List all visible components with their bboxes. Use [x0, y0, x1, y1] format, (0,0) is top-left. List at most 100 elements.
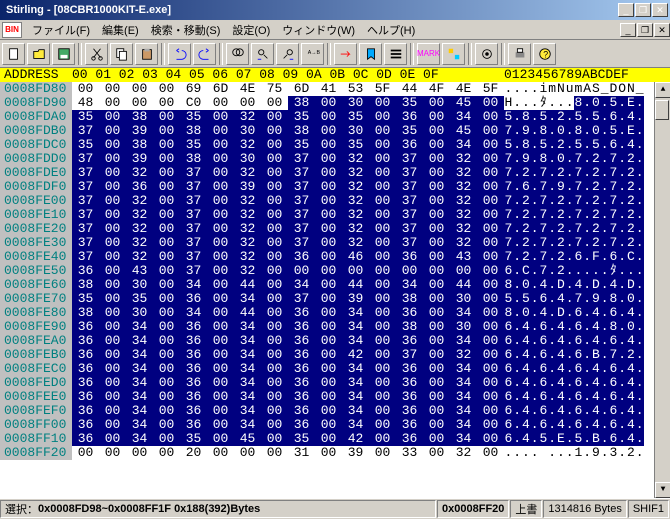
ascii-byte[interactable]: . — [565, 418, 574, 432]
ascii-byte[interactable]: 2 — [557, 110, 566, 124]
hex-byte[interactable]: 44 — [342, 278, 369, 292]
hex-byte[interactable]: 00 — [72, 446, 99, 460]
ascii-byte[interactable]: 5 — [574, 138, 583, 152]
hex-byte[interactable]: 34 — [126, 418, 153, 432]
ascii-byte[interactable]: 5 — [574, 110, 583, 124]
hex-byte[interactable]: 36 — [72, 390, 99, 404]
ascii-byte[interactable]: . — [635, 404, 644, 418]
ascii-byte[interactable]: 4 — [592, 362, 601, 376]
hex-byte[interactable]: 00 — [153, 320, 180, 334]
ascii-byte[interactable]: . — [635, 418, 644, 432]
ascii-byte[interactable]: 7 — [504, 152, 513, 166]
hex-byte[interactable]: 36 — [288, 362, 315, 376]
hex-byte[interactable]: 00 — [315, 222, 342, 236]
hex-byte[interactable]: 34 — [180, 278, 207, 292]
hex-byte[interactable]: 32 — [450, 222, 477, 236]
hex-byte[interactable]: 37 — [396, 348, 423, 362]
ascii-byte[interactable]: 4 — [522, 348, 531, 362]
ascii-byte[interactable]: . — [530, 264, 539, 278]
ascii-byte[interactable]: 5 — [504, 138, 513, 152]
hex-byte[interactable]: 32 — [234, 264, 261, 278]
ascii-byte[interactable]: . — [513, 124, 522, 138]
hex-byte[interactable]: 44 — [450, 278, 477, 292]
hex-byte[interactable]: 00 — [207, 306, 234, 320]
hex-byte[interactable]: 34 — [234, 404, 261, 418]
hex-byte[interactable]: 34 — [126, 320, 153, 334]
hex-byte[interactable]: 34 — [126, 376, 153, 390]
hex-byte[interactable]: 00 — [369, 376, 396, 390]
ascii-byte[interactable]: . — [530, 418, 539, 432]
ascii-byte[interactable]: E — [627, 96, 636, 110]
hex-byte[interactable]: 00 — [207, 362, 234, 376]
ascii-byte[interactable]: . — [548, 334, 557, 348]
hex-byte[interactable]: 36 — [72, 376, 99, 390]
hex-byte[interactable]: 36 — [180, 376, 207, 390]
hex-byte[interactable]: 34 — [450, 362, 477, 376]
hex-byte[interactable]: 00 — [153, 418, 180, 432]
ascii-byte[interactable]: 6 — [539, 404, 548, 418]
hex-byte[interactable]: 00 — [207, 264, 234, 278]
ascii-byte[interactable]: 4 — [627, 362, 636, 376]
hex-byte[interactable]: 00 — [207, 110, 234, 124]
ascii-byte[interactable]: 0 — [592, 96, 601, 110]
ascii-byte[interactable]: . — [548, 152, 557, 166]
hex-byte[interactable]: 38 — [396, 292, 423, 306]
hex-row[interactable]: 0008FE6038003000340044003400440034004400… — [0, 278, 670, 292]
ascii-byte[interactable]: . — [618, 208, 627, 222]
ascii-byte[interactable]: 6 — [574, 320, 583, 334]
ascii-byte[interactable]: 7 — [539, 250, 548, 264]
ascii-byte[interactable]: 4 — [592, 418, 601, 432]
ascii-byte[interactable]: . — [635, 390, 644, 404]
ascii-byte[interactable]: ﾀ — [609, 264, 618, 278]
hex-byte[interactable]: 35 — [72, 138, 99, 152]
hex-byte[interactable]: 39 — [342, 292, 369, 306]
ascii-byte[interactable]: 7 — [504, 250, 513, 264]
hex-byte[interactable]: 00 — [153, 194, 180, 208]
hex-byte[interactable]: 00 — [261, 404, 288, 418]
ascii-byte[interactable]: . — [548, 348, 557, 362]
ascii-byte[interactable]: 8 — [504, 278, 513, 292]
ascii-byte[interactable]: A — [583, 82, 592, 96]
ascii-byte[interactable]: . — [530, 152, 539, 166]
ascii-byte[interactable]: . — [548, 236, 557, 250]
ascii-byte[interactable]: . — [548, 250, 557, 264]
hex-byte[interactable]: 34 — [450, 376, 477, 390]
hex-byte[interactable]: 36 — [288, 320, 315, 334]
ascii-byte[interactable]: 2 — [627, 194, 636, 208]
ascii-byte[interactable]: 7 — [504, 194, 513, 208]
hex-byte[interactable]: 00 — [315, 166, 342, 180]
hex-byte[interactable]: 00 — [477, 362, 504, 376]
hex-byte[interactable]: 00 — [153, 264, 180, 278]
ascii-byte[interactable]: 8 — [539, 124, 548, 138]
hex-byte[interactable]: 36 — [396, 404, 423, 418]
hex-byte[interactable]: 00 — [207, 446, 234, 460]
hex-byte[interactable]: 00 — [288, 264, 315, 278]
hex-byte[interactable]: 34 — [450, 110, 477, 124]
hex-byte[interactable]: 00 — [477, 376, 504, 390]
hex-byte[interactable]: 00 — [315, 236, 342, 250]
hex-byte[interactable]: 36 — [396, 138, 423, 152]
hex-byte[interactable]: 33 — [396, 446, 423, 460]
hex-byte[interactable]: 36 — [72, 348, 99, 362]
hex-byte[interactable]: 35 — [72, 110, 99, 124]
hex-row[interactable]: 0008FE7035003500360034003700390038003000… — [0, 292, 670, 306]
ascii-byte[interactable]: . — [618, 250, 627, 264]
ascii-byte[interactable]: 2 — [522, 166, 531, 180]
hex-byte[interactable]: 36 — [288, 376, 315, 390]
ascii-byte[interactable]: . — [565, 138, 574, 152]
hex-byte[interactable]: 35 — [72, 292, 99, 306]
hex-byte[interactable]: 37 — [180, 250, 207, 264]
print-button[interactable] — [508, 43, 531, 65]
ascii-byte[interactable]: 7 — [574, 292, 583, 306]
hex-byte[interactable]: 37 — [72, 250, 99, 264]
ascii-byte[interactable]: 8 — [574, 124, 583, 138]
ascii-byte[interactable]: 2 — [627, 236, 636, 250]
ascii-byte[interactable]: . — [583, 250, 592, 264]
hex-byte[interactable]: 00 — [234, 96, 261, 110]
hex-byte[interactable]: 00 — [315, 418, 342, 432]
hex-byte[interactable]: 32 — [126, 236, 153, 250]
ascii-byte[interactable]: 8 — [539, 152, 548, 166]
ascii-byte[interactable]: . — [513, 320, 522, 334]
ascii-byte[interactable]: 4 — [557, 334, 566, 348]
ascii-byte[interactable]: . — [618, 278, 627, 292]
